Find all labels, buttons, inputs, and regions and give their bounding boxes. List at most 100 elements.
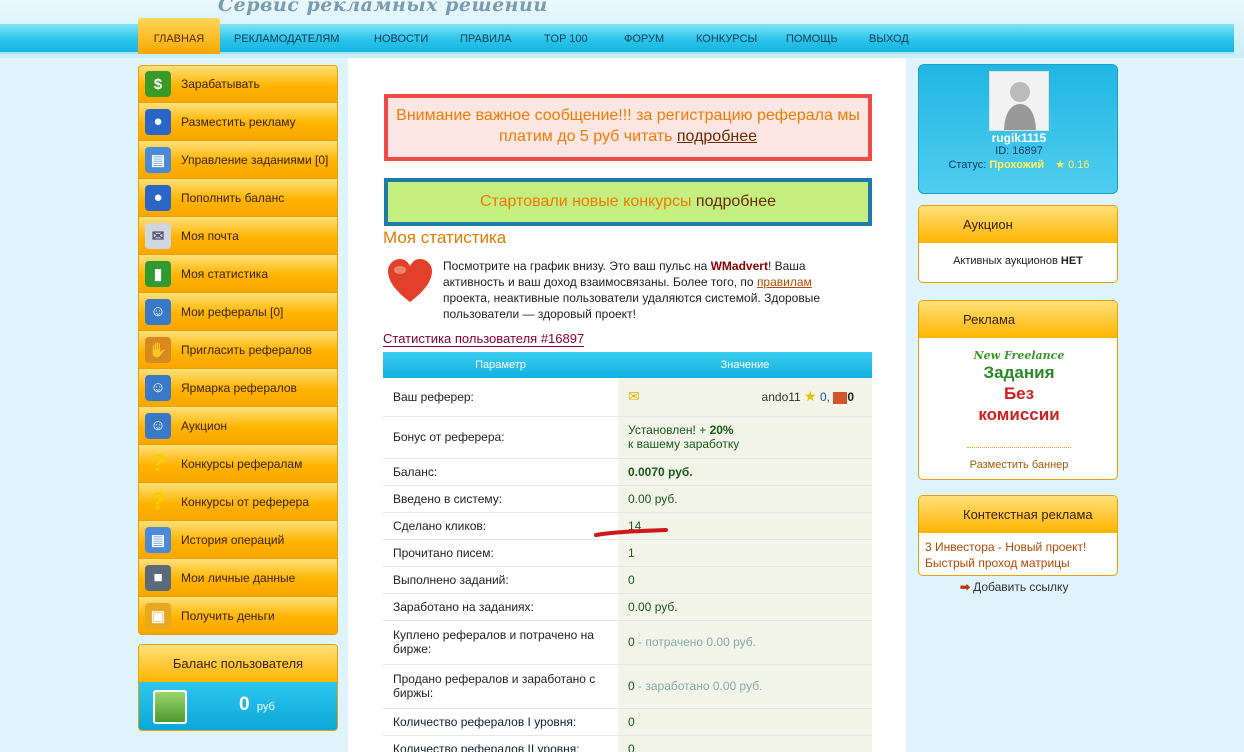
- ad-separator: [967, 447, 1071, 448]
- value-cell: 0 - потрачено 0.00 руб.: [618, 620, 872, 665]
- menu-item[interactable]: ▤ История операций: [138, 521, 338, 559]
- context-ads-body: 3 Инвестора - Новый проект! Быстрый прох…: [919, 533, 1117, 571]
- menu-item-label[interactable]: Аукцион: [181, 419, 227, 433]
- history-icon: ▤: [145, 526, 171, 553]
- profile-status: Статус: Прохожий ★ 0.16: [919, 158, 1119, 171]
- question-icon: ?: [150, 449, 166, 477]
- menu-item-label[interactable]: Получить деньги: [181, 609, 275, 623]
- gift-icon: ▣: [145, 602, 171, 629]
- referrer-name[interactable]: ando11: [762, 390, 801, 404]
- mail-icon[interactable]: ✉: [628, 388, 640, 404]
- balance-body: 0 руб: [139, 682, 337, 730]
- menu-item-label[interactable]: Управление заданиями [0]: [181, 153, 328, 167]
- value-note: - заработано 0.00 руб.: [638, 679, 763, 693]
- value-cell: 0: [618, 735, 872, 752]
- menu-item-label[interactable]: Моя почта: [181, 229, 239, 243]
- menu-item-label[interactable]: Пополнить баланс: [181, 191, 284, 205]
- alert-contests-link[interactable]: подробнее: [696, 193, 776, 210]
- balance-box: Баланс пользователя 0 руб: [138, 644, 338, 731]
- param-cell: Ваш реферер:: [383, 378, 618, 417]
- ad-brand: New Freelance: [973, 349, 1065, 362]
- menu-item-label[interactable]: Разместить рекламу: [181, 115, 296, 129]
- menu-item[interactable]: ✉ Моя почта: [138, 217, 338, 255]
- nav-logout[interactable]: ВЫХОД: [869, 33, 909, 45]
- menu-item[interactable]: ☺ Мои рефералы [0]: [138, 293, 338, 331]
- auction-box: Аукцион Активных аукционов НЕТ: [918, 205, 1118, 283]
- menu-item[interactable]: ? Конкурсы рефералам: [138, 445, 338, 483]
- menu-item[interactable]: $ Зарабатывать: [138, 65, 338, 103]
- site-title: Сервис рекламных решений: [218, 0, 548, 16]
- profile-name[interactable]: rugik1115: [919, 131, 1119, 145]
- value-cell: 0.0070 руб.: [618, 458, 872, 486]
- referrer-stars: 0: [819, 390, 827, 405]
- menu-item-label[interactable]: Мои личные данные: [181, 571, 295, 585]
- context-ad-link[interactable]: 3 Инвестора - Новый проект!: [919, 539, 1117, 555]
- table-row: Куплено рефералов и потрачено на бирже: 0…: [383, 620, 872, 665]
- balance-title: Баланс пользователя: [139, 645, 337, 682]
- menu-item[interactable]: ☺ Ярмарка рефералов: [138, 369, 338, 407]
- nav-contests[interactable]: КОНКУРСЫ: [696, 33, 757, 45]
- menu-item[interactable]: ▣ Получить деньги: [138, 597, 338, 635]
- nav-top100[interactable]: TOP 100: [544, 33, 588, 45]
- menu-item[interactable]: ■ Мои личные данные: [138, 559, 338, 597]
- menu-item-label[interactable]: Конкурсы рефералам: [181, 457, 302, 471]
- param-cell: Бонус от реферера:: [383, 416, 618, 459]
- nav-home-label[interactable]: ГЛАВНАЯ: [138, 33, 220, 45]
- menu-item-label[interactable]: Ярмарка рефералов: [181, 381, 297, 395]
- table-row: Введено в систему: 0.00 руб.: [383, 485, 872, 513]
- stats-title: Моя статистика: [383, 228, 507, 247]
- menu-item-label[interactable]: Мои рефералы [0]: [181, 305, 283, 319]
- ads-box: Реклама New Freelance Задания Без комисс…: [918, 300, 1118, 480]
- status-value: Прохожий: [989, 159, 1045, 171]
- balance-unit: руб: [256, 701, 275, 713]
- context-ads-title: Контекстная реклама: [919, 496, 1117, 533]
- add-link[interactable]: ➡ Добавить ссылку: [960, 580, 1068, 594]
- ad-banner[interactable]: New Freelance Задания Без комиссии: [967, 349, 1071, 425]
- menu-item[interactable]: ✋ Пригласить рефералов: [138, 331, 338, 369]
- menu-item-label[interactable]: Моя статистика: [181, 267, 268, 281]
- place-banner-link[interactable]: Разместить баннер: [919, 459, 1117, 471]
- value-note: - потрачено 0.00 руб.: [638, 635, 756, 649]
- param-cell: Выполнено заданий:: [383, 566, 618, 594]
- menu-item[interactable]: ▮ Моя статистика: [138, 255, 338, 293]
- avatar[interactable]: [989, 71, 1049, 131]
- ad-line-2: Без: [1003, 384, 1035, 403]
- menu-item[interactable]: ● Разместить рекламу: [138, 103, 338, 141]
- table-row: Бонус от реферера: Установлен! + 20% к ваш…: [383, 416, 872, 459]
- nav-help[interactable]: ПОМОЩЬ: [786, 33, 838, 45]
- menu-item-label[interactable]: Пригласить рефералов: [181, 343, 312, 357]
- rules-link[interactable]: правилам: [757, 275, 812, 289]
- menu-item[interactable]: ▤ Управление заданиями [0]: [138, 141, 338, 179]
- value-cell: 1: [618, 539, 872, 567]
- add-link-label[interactable]: Добавить ссылку: [973, 580, 1068, 594]
- nav-advertisers[interactable]: РЕКЛАМОДАТЕЛЯМ: [234, 33, 339, 45]
- menu-item[interactable]: ● Пополнить баланс: [138, 179, 338, 217]
- nav-home[interactable]: ГЛАВНАЯ: [138, 18, 220, 54]
- value-cell: ✉ ando11 ★ 0, 0: [618, 378, 872, 417]
- param-cell: Заработано на заданиях:: [383, 593, 618, 621]
- bonus-percent: 20%: [709, 423, 734, 437]
- param-cell: Баланс:: [383, 458, 618, 486]
- stats-desc-3: проекта, неактивные пользователи удаляют…: [443, 291, 821, 321]
- heart-icon: [388, 259, 432, 302]
- red-underline-mark: [594, 528, 668, 537]
- nav-forum[interactable]: ФОРУМ: [624, 33, 664, 45]
- nav-news[interactable]: НОВОСТИ: [374, 33, 428, 45]
- menu-item[interactable]: ? Конкурсы от реферера: [138, 483, 338, 521]
- context-ad-link[interactable]: Быстрый проход матрицы: [919, 555, 1117, 571]
- param-cell: Введено в систему:: [383, 485, 618, 513]
- alert-important-link[interactable]: подробнее: [677, 128, 757, 145]
- stats-description: Посмотрите на график внизу. Это ваш пуль…: [443, 258, 855, 322]
- auction-none: НЕТ: [1060, 255, 1083, 267]
- table-row: Ваш реферер: ✉ ando11 ★ 0, 0: [383, 378, 872, 417]
- menu-item-label[interactable]: История операций: [181, 533, 284, 547]
- stats-table: Параметр Значение Ваш реферер: ✉ ando11 ★ …: [383, 352, 872, 752]
- auction-body: Активных аукционов НЕТ: [919, 243, 1117, 267]
- nav-rules[interactable]: ПРАВИЛА: [460, 33, 512, 45]
- profile-id: ID: 16897: [995, 145, 1043, 157]
- menu-item-label[interactable]: Зарабатывать: [181, 77, 260, 91]
- money-icon: $: [145, 71, 171, 97]
- menu-item[interactable]: ☺ Аукцион: [138, 407, 338, 445]
- menu-item-label[interactable]: Конкурсы от реферера: [181, 495, 309, 509]
- user-icon: ☺: [145, 374, 171, 401]
